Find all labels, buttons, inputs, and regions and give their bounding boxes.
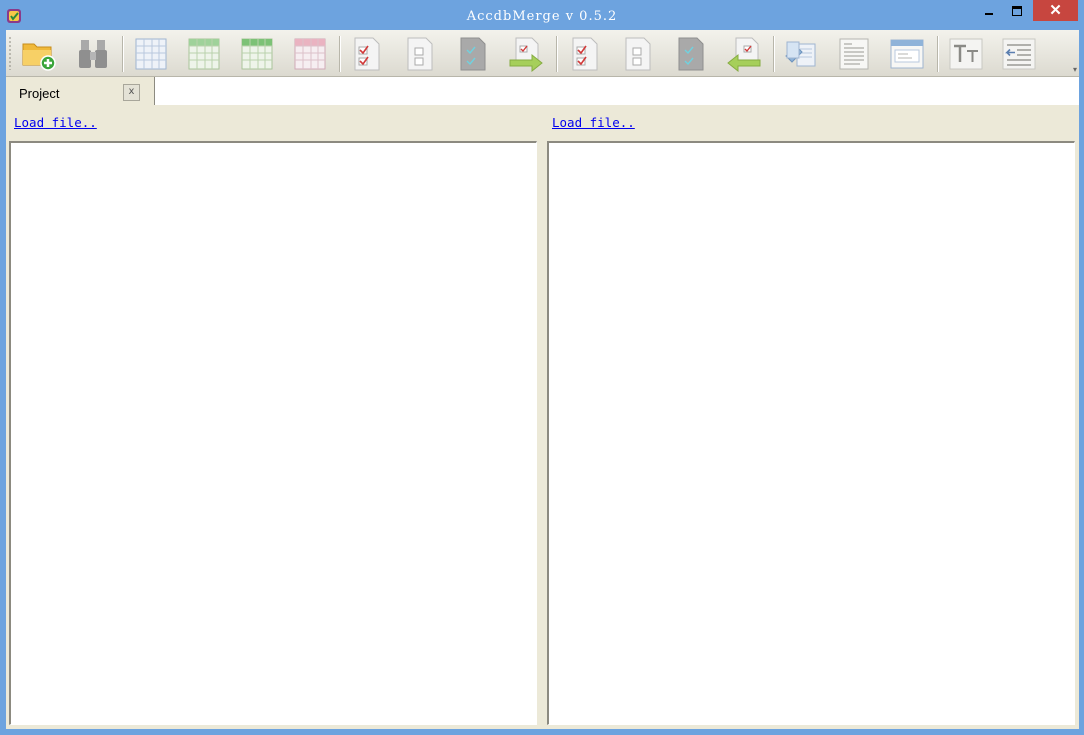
toolbar-separator — [122, 36, 124, 72]
title-bar[interactable]: AccdbMerge v 0.5.2 ✕ — [0, 0, 1084, 30]
binoculars-icon — [79, 40, 107, 68]
arrow-right-icon — [509, 37, 543, 72]
app-window: AccdbMerge v 0.5.2 ✕ ▾ Project x Load fi… — [0, 0, 1084, 735]
text-doc-icon — [839, 38, 869, 70]
indent-button[interactable] — [1000, 35, 1038, 73]
doc-boxes-2-icon — [625, 37, 651, 71]
left-load-file-link[interactable]: Load file.. — [14, 115, 97, 130]
left-pane[interactable] — [9, 141, 537, 725]
close-button[interactable]: ✕ — [1033, 0, 1078, 21]
text-doc-button[interactable] — [835, 35, 873, 73]
table-button[interactable] — [132, 35, 170, 73]
maximize-button[interactable] — [1004, 0, 1030, 21]
doc-gray-2-icon — [678, 37, 704, 71]
arrow-left-icon — [727, 37, 761, 72]
indent-icon — [1002, 38, 1036, 70]
open-project-button[interactable] — [20, 35, 58, 73]
doc-gray-icon — [460, 37, 486, 71]
toolbar-separator — [937, 36, 939, 72]
font-size-button[interactable] — [947, 35, 985, 73]
window-title: AccdbMerge v 0.5.2 — [466, 9, 618, 24]
doc-checked-2-icon — [572, 37, 598, 71]
table-red-icon — [294, 38, 326, 70]
find-button[interactable] — [74, 35, 112, 73]
copy-docs-button[interactable] — [782, 35, 820, 73]
tab-strip: Project x — [6, 77, 1079, 105]
doc-checked-icon — [354, 37, 380, 71]
doc-gray-2-button[interactable] — [672, 35, 710, 73]
doc-boxes-icon — [407, 37, 433, 71]
doc-boxes-button[interactable] — [401, 35, 439, 73]
toolbar-overflow-icon[interactable]: ▾ — [1073, 65, 1077, 74]
right-pane[interactable] — [547, 141, 1075, 725]
toolbar-separator — [556, 36, 558, 72]
table-green-button[interactable] — [185, 35, 223, 73]
tab-close-button[interactable]: x — [123, 84, 140, 101]
table-green-2-button[interactable] — [238, 35, 276, 73]
doc-arrow-left-button[interactable] — [725, 35, 763, 73]
doc-arrow-right-button[interactable] — [507, 35, 545, 73]
close-icon: ✕ — [1049, 2, 1062, 19]
table-red-button[interactable] — [291, 35, 329, 73]
tab-label: Project — [19, 86, 60, 101]
tab-project[interactable]: Project x — [6, 77, 155, 105]
right-load-file-link[interactable]: Load file.. — [552, 115, 635, 130]
table-green-icon — [188, 38, 220, 70]
form-doc-button[interactable] — [888, 35, 926, 73]
doc-checked-button[interactable] — [348, 35, 386, 73]
toolbar: ▾ — [6, 30, 1079, 77]
font-size-icon — [949, 38, 983, 70]
copy-docs-icon — [785, 41, 816, 67]
folder-add-icon — [22, 43, 56, 71]
doc-checked-2-button[interactable] — [566, 35, 604, 73]
table-green-2-icon — [241, 38, 273, 70]
toolbar-separator — [773, 36, 775, 72]
minimize-button[interactable] — [976, 0, 1002, 21]
doc-gray-button[interactable] — [454, 35, 492, 73]
table-icon — [135, 38, 167, 70]
toolbar-grip[interactable] — [9, 36, 11, 70]
doc-boxes-2-button[interactable] — [619, 35, 657, 73]
toolbar-separator — [339, 36, 341, 72]
form-doc-icon — [890, 39, 924, 69]
client-area: ▾ Project x Load file.. Load file.. — [6, 30, 1079, 729]
